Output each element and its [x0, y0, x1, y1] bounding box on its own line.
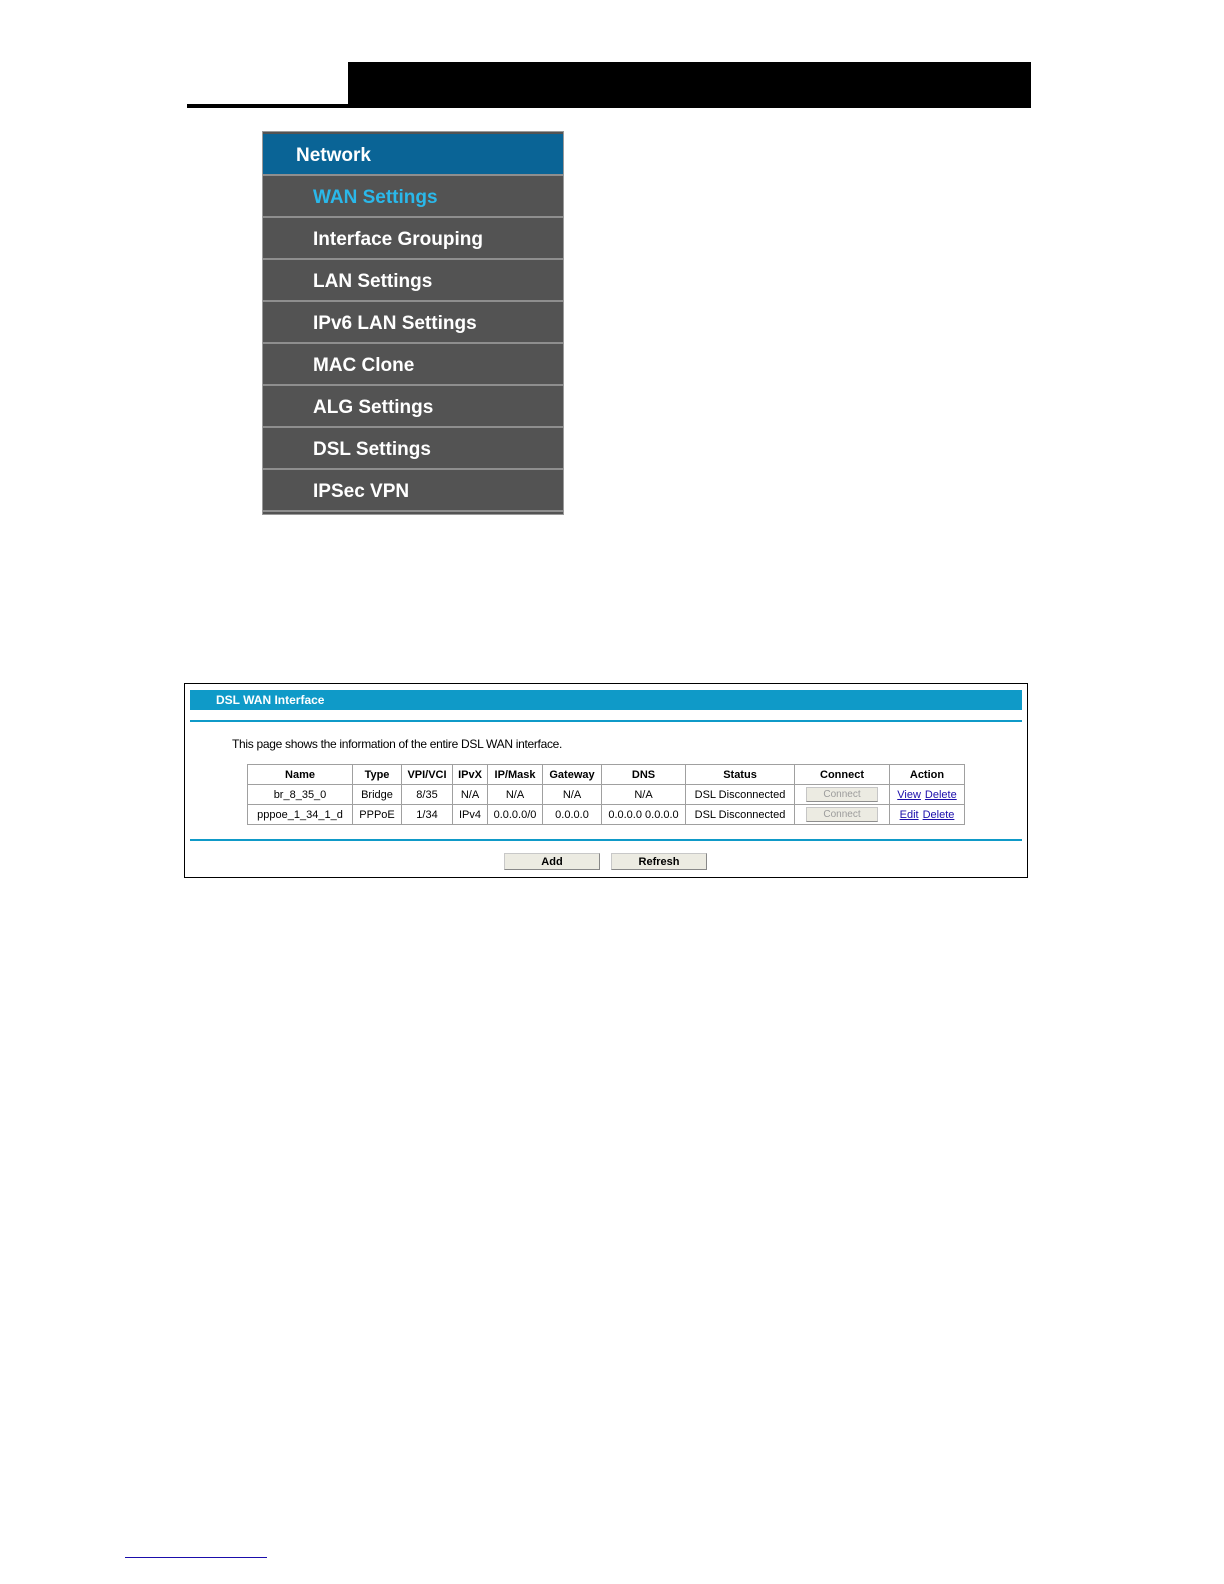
menu-item-mac-clone[interactable]: MAC Clone: [263, 344, 563, 386]
panel-title: DSL WAN Interface: [216, 693, 325, 707]
connect-button[interactable]: Connect: [806, 787, 878, 802]
divider-top: [190, 720, 1022, 722]
connect-button[interactable]: Connect: [806, 807, 878, 822]
cell-status: DSL Disconnected: [685, 804, 795, 825]
menu-item-ipv6-lan-settings[interactable]: IPv6 LAN Settings: [263, 302, 563, 344]
cell-action: Edit Delete: [889, 804, 965, 825]
menu-item-ipsec-vpn[interactable]: IPSec VPN: [263, 470, 563, 512]
cell-connect: Connect: [794, 804, 890, 825]
menu-item-label: IPv6 LAN Settings: [313, 313, 477, 334]
menu-item-label: LAN Settings: [313, 271, 433, 292]
cell-type: PPPoE: [352, 804, 402, 825]
panel-title-bar: DSL WAN Interface: [190, 690, 1022, 710]
cell-vpivci: 8/35: [401, 784, 453, 805]
cell-ipvx: N/A: [452, 784, 488, 805]
add-button[interactable]: Add: [504, 853, 600, 870]
panel-description: This page shows the information of the e…: [232, 737, 563, 751]
table-header-row: Name Type VPI/VCI IPvX IP/Mask Gateway D…: [247, 764, 965, 785]
menu-item-interface-grouping[interactable]: Interface Grouping: [263, 218, 563, 260]
col-ipvx: IPvX: [452, 764, 488, 785]
edit-link[interactable]: Edit: [900, 809, 919, 821]
refresh-button[interactable]: Refresh: [611, 853, 707, 870]
header-rule: [187, 104, 349, 108]
divider-bottom: [190, 839, 1022, 841]
cell-ipmask: N/A: [487, 784, 543, 805]
wan-interface-table: Name Type VPI/VCI IPvX IP/Mask Gateway D…: [247, 764, 965, 825]
network-menu: Network WAN Settings Interface Grouping …: [262, 131, 564, 515]
cell-action: View Delete: [889, 784, 965, 805]
cell-dns: N/A: [601, 784, 686, 805]
footer-link-rule: [125, 1557, 267, 1558]
cell-gateway: 0.0.0.0: [542, 804, 602, 825]
cell-ipvx: IPv4: [452, 804, 488, 825]
col-vpivci: VPI/VCI: [401, 764, 453, 785]
menu-item-wan-settings[interactable]: WAN Settings: [263, 176, 563, 218]
menu-item-lan-settings[interactable]: LAN Settings: [263, 260, 563, 302]
menu-item-label: MAC Clone: [313, 355, 415, 376]
cell-name: pppoe_1_34_1_d: [247, 804, 353, 825]
menu-header-label: Network: [296, 145, 371, 166]
menu-item-label: DSL Settings: [313, 439, 431, 460]
col-name: Name: [247, 764, 353, 785]
col-dns: DNS: [601, 764, 686, 785]
col-status: Status: [685, 764, 795, 785]
view-link[interactable]: View: [897, 789, 921, 801]
menu-item-dsl-settings[interactable]: DSL Settings: [263, 428, 563, 470]
cell-connect: Connect: [794, 784, 890, 805]
cell-ipmask: 0.0.0.0/0: [487, 804, 543, 825]
col-gateway: Gateway: [542, 764, 602, 785]
menu-item-label: Interface Grouping: [313, 229, 483, 250]
table-row: br_8_35_0 Bridge 8/35 N/A N/A N/A N/A DS…: [247, 784, 965, 805]
col-action: Action: [889, 764, 965, 785]
cell-gateway: N/A: [542, 784, 602, 805]
col-type: Type: [352, 764, 402, 785]
delete-link[interactable]: Delete: [923, 809, 955, 821]
table-row: pppoe_1_34_1_d PPPoE 1/34 IPv4 0.0.0.0/0…: [247, 804, 965, 825]
menu-item-alg-settings[interactable]: ALG Settings: [263, 386, 563, 428]
cell-vpivci: 1/34: [401, 804, 453, 825]
cell-type: Bridge: [352, 784, 402, 805]
menu-item-label: ALG Settings: [313, 397, 434, 418]
menu-item-label: IPSec VPN: [313, 481, 410, 502]
cell-status: DSL Disconnected: [685, 784, 795, 805]
col-connect: Connect: [794, 764, 890, 785]
cell-dns: 0.0.0.0 0.0.0.0: [601, 804, 686, 825]
cell-name: br_8_35_0: [247, 784, 353, 805]
delete-link[interactable]: Delete: [925, 789, 957, 801]
col-ipmask: IP/Mask: [487, 764, 543, 785]
menu-item-label: WAN Settings: [313, 187, 438, 208]
menu-header-network[interactable]: Network: [263, 134, 563, 176]
dsl-wan-interface-panel: DSL WAN Interface This page shows the in…: [184, 683, 1028, 878]
header-bar: [348, 62, 1031, 108]
